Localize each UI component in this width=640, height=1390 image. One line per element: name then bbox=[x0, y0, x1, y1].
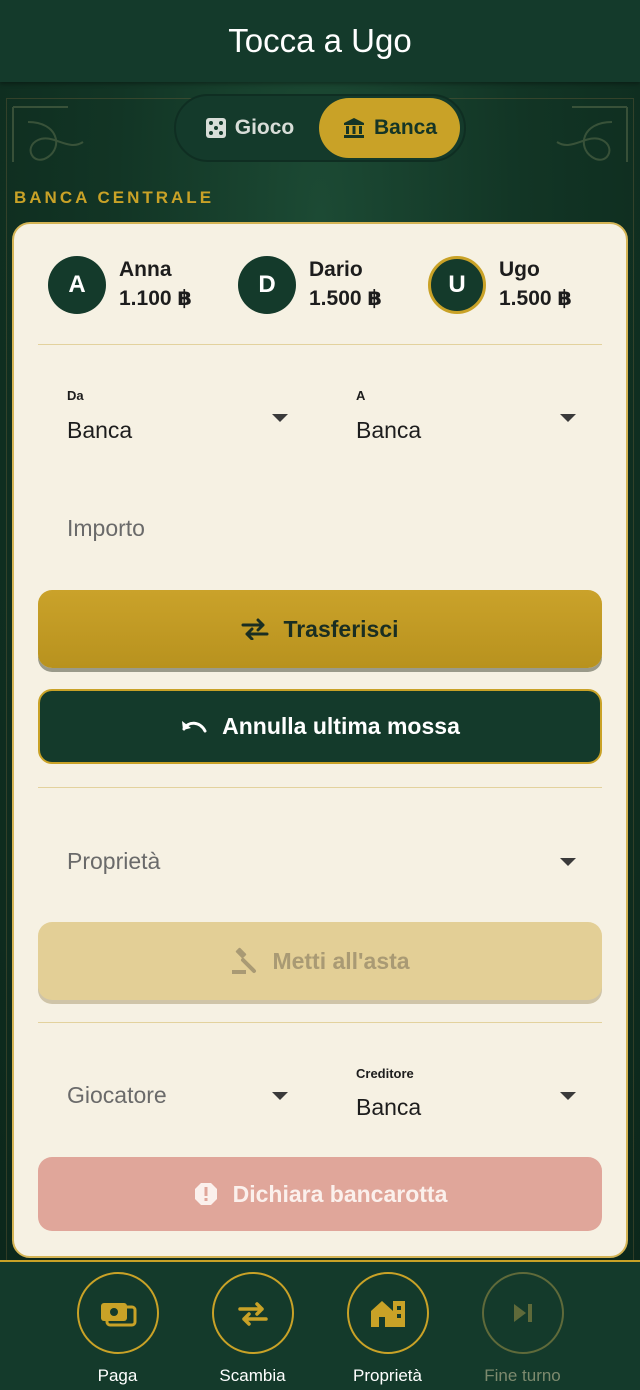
chevron-down-icon bbox=[560, 858, 576, 866]
mode-tab-game-label: Gioco bbox=[234, 116, 295, 139]
buildings-icon bbox=[370, 1301, 405, 1327]
nav-trade-label: Scambia bbox=[219, 1366, 286, 1385]
amount-input[interactable]: Importo bbox=[67, 515, 145, 542]
bankruptcy-button[interactable]: Dichiara bancarotta bbox=[38, 1157, 602, 1231]
mode-tab-bank[interactable]: Banca bbox=[319, 98, 460, 158]
property-placeholder: Proprietà bbox=[67, 848, 161, 874]
nav-pay-label: Paga bbox=[97, 1366, 138, 1385]
gavel-icon bbox=[232, 947, 257, 974]
nav-properties-label: Proprietà bbox=[353, 1366, 422, 1385]
nav-trade[interactable]: Scambia bbox=[185, 1272, 320, 1386]
bank-icon bbox=[343, 118, 364, 138]
player-card-active[interactable]: U Ugo 1.500 ฿ bbox=[428, 253, 572, 317]
mode-switch: Gioco Banca bbox=[174, 94, 466, 162]
undo-button[interactable]: Annulla ultima mossa bbox=[38, 689, 602, 764]
skip-next-icon bbox=[513, 1304, 532, 1322]
bottom-nav: Paga Scambia Proprietà Fine turno bbox=[0, 1260, 640, 1390]
section-title: BANCA CENTRALE bbox=[14, 188, 215, 207]
player-balance: 1.500 ฿ bbox=[499, 287, 572, 310]
chevron-down-icon bbox=[560, 1092, 576, 1100]
swap-arrows-icon bbox=[241, 618, 269, 640]
player-balance: 1.100 ฿ bbox=[119, 287, 192, 310]
bankruptcy-button-label: Dichiara bancarotta bbox=[232, 1180, 448, 1207]
players-row: A Anna 1.100 ฿ D Dario 1.500 ฿ U Ugo 1.5… bbox=[36, 253, 606, 317]
nav-end-turn[interactable]: Fine turno bbox=[455, 1272, 590, 1386]
mode-tab-game[interactable]: Gioco bbox=[180, 98, 319, 158]
player-name: Dario bbox=[309, 258, 363, 281]
player-name: Anna bbox=[119, 258, 172, 281]
auction-button[interactable]: Metti all'asta bbox=[38, 922, 602, 1000]
nav-properties[interactable]: Proprietà bbox=[320, 1272, 455, 1386]
player-name: Ugo bbox=[499, 258, 540, 281]
page-title: Tocca a Ugo bbox=[228, 22, 412, 59]
cash-icon bbox=[100, 1303, 136, 1327]
app-bar: Tocca a Ugo bbox=[0, 0, 640, 82]
nav-pay[interactable]: Paga bbox=[50, 1272, 185, 1386]
to-label: A bbox=[356, 388, 366, 403]
player-card[interactable]: A Anna 1.100 ฿ bbox=[48, 253, 192, 317]
chevron-down-icon bbox=[272, 1092, 288, 1100]
from-value: Banca bbox=[67, 417, 133, 443]
alert-circle-icon bbox=[194, 1183, 217, 1205]
from-label: Da bbox=[67, 388, 84, 403]
creditor-value: Banca bbox=[356, 1094, 422, 1120]
avatar: A bbox=[48, 256, 106, 314]
creditor-label: Creditore bbox=[356, 1066, 414, 1081]
corner-ornament-icon bbox=[556, 106, 628, 162]
chevron-down-icon bbox=[272, 414, 288, 422]
divider bbox=[38, 1022, 602, 1023]
chevron-down-icon bbox=[560, 414, 576, 422]
mode-tab-bank-label: Banca bbox=[373, 116, 438, 139]
nav-end-turn-label: Fine turno bbox=[484, 1366, 561, 1385]
dice-icon bbox=[205, 118, 226, 138]
player-card[interactable]: D Dario 1.500 ฿ bbox=[238, 253, 382, 317]
player-balance: 1.500 ฿ bbox=[309, 287, 382, 310]
auction-button-label: Metti all'asta bbox=[272, 947, 410, 974]
swap-icon bbox=[237, 1302, 268, 1326]
divider bbox=[38, 344, 602, 345]
debtor-placeholder: Giocatore bbox=[67, 1082, 167, 1108]
transfer-button[interactable]: Trasferisci bbox=[38, 590, 602, 668]
avatar: D bbox=[238, 256, 296, 314]
undo-button-label: Annulla ultima mossa bbox=[222, 713, 460, 739]
transfer-button-label: Trasferisci bbox=[283, 615, 399, 642]
avatar: U bbox=[428, 256, 486, 314]
divider bbox=[38, 787, 602, 788]
undo-icon bbox=[182, 720, 207, 732]
to-value: Banca bbox=[356, 417, 422, 443]
